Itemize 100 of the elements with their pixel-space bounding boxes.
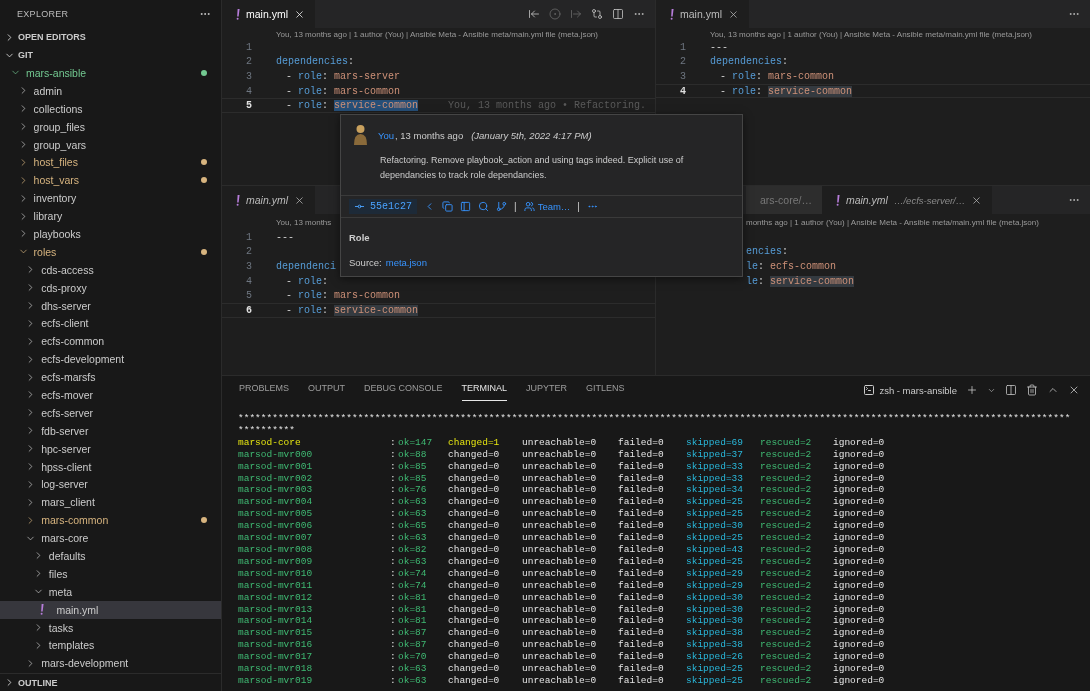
skipped-count: skipped=25 xyxy=(686,555,744,568)
skipped-count: skipped=37 xyxy=(686,448,744,461)
unreachable-count: unreachable=0 xyxy=(522,520,598,533)
host-name: marsod-mvr010 xyxy=(238,567,314,580)
tree-item[interactable]: group_vars xyxy=(0,135,221,154)
codelens[interactable]: You, 13 months ago | 1 author (You) | Ansible Meta - Ansible meta/main.yml file (meta.json) xyxy=(710,29,1032,39)
tree-item[interactable]: group_files xyxy=(0,117,221,136)
tree-item[interactable]: defaults xyxy=(0,547,221,565)
search-icon[interactable] xyxy=(478,201,489,212)
section-header[interactable]: OUTLINE xyxy=(0,673,221,691)
close-icon[interactable] xyxy=(971,194,983,206)
commit-hash[interactable]: 55e1c27 xyxy=(349,199,417,214)
changed-count: changed=0 xyxy=(448,639,501,652)
unreachable-count: unreachable=0 xyxy=(522,460,598,473)
line-number: 2 xyxy=(245,246,253,258)
changed-count: changed=0 xyxy=(448,448,501,461)
host-name: marsod-core xyxy=(238,436,302,449)
section-header[interactable]: GIT xyxy=(0,46,221,64)
rescued-count: rescued=2 xyxy=(760,579,813,592)
tree-item[interactable]: host_vars xyxy=(0,171,221,190)
tree-item[interactable]: mars-core xyxy=(0,529,221,548)
tree-item[interactable]: playbooks xyxy=(0,225,221,243)
trash-icon[interactable] xyxy=(1026,384,1038,396)
code-line: - role: service-common xyxy=(719,85,853,97)
split-terminal-icon[interactable] xyxy=(1005,384,1017,396)
tree-item[interactable]: hpc-server xyxy=(0,439,221,458)
tree-item[interactable]: tasks xyxy=(0,618,221,637)
tree-item[interactable]: files xyxy=(0,564,221,583)
tree-item[interactable]: ecfs-server xyxy=(0,403,221,422)
compare-icon[interactable] xyxy=(591,8,603,20)
tree-item[interactable]: log-server xyxy=(0,475,221,494)
source-link[interactable]: meta.json xyxy=(385,257,427,268)
ignored-count: ignored=0 xyxy=(833,448,886,461)
tree-item[interactable]: ecfs-marsfs xyxy=(0,368,221,387)
tree-item[interactable]: mars-development xyxy=(0,654,221,673)
close-icon[interactable] xyxy=(728,8,739,20)
host-name: marsod-mvr007 xyxy=(238,532,314,544)
editor-tab[interactable]: main.yml xyxy=(222,0,315,28)
rescued-count: rescued=2 xyxy=(760,555,813,568)
separator: | xyxy=(514,201,517,212)
ok-count: ok=63 xyxy=(398,663,428,675)
codelens[interactable]: months ago | 1 author (You) | Ansible Meta - Ansible meta/main.yml file (meta.json) xyxy=(746,217,1039,227)
failed-count: failed=0 xyxy=(618,508,665,521)
tree-item[interactable]: mars_client xyxy=(0,493,221,512)
panel-tab[interactable]: JUPYTER xyxy=(526,376,568,401)
arrow-left-icon[interactable] xyxy=(528,8,540,20)
close-icon[interactable] xyxy=(1068,384,1080,396)
terminal-selector[interactable]: zsh - mars-ansible xyxy=(863,384,957,396)
changed-count: changed=0 xyxy=(448,579,501,592)
panel-tab[interactable]: TERMINAL xyxy=(461,376,508,401)
tree-item[interactable]: host_files xyxy=(0,153,221,172)
tree-item[interactable]: mars-ansible xyxy=(0,64,221,82)
tree-item[interactable]: cds-proxy xyxy=(0,278,221,297)
editor-tab[interactable]: main.yml xyxy=(656,0,749,28)
panel-tab[interactable]: GITLENS xyxy=(586,376,625,401)
tree-item[interactable]: mars-common xyxy=(0,511,221,530)
editor-tab[interactable]: main.yml xyxy=(222,186,315,214)
tree-item[interactable]: dhs-server xyxy=(0,296,221,315)
code-line: dependenci xyxy=(276,261,336,272)
code-line: le: ecfs-common xyxy=(746,261,837,272)
plus-icon[interactable] xyxy=(966,384,978,396)
tree-item[interactable]: library xyxy=(0,207,221,225)
close-icon[interactable] xyxy=(294,194,305,206)
panel-tab[interactable]: DEBUG CONSOLE xyxy=(364,376,443,401)
tree-item[interactable]: ecfs-development xyxy=(0,350,221,369)
close-icon[interactable] xyxy=(294,8,305,20)
branch-icon[interactable] xyxy=(496,201,507,212)
tree-item[interactable]: inventory xyxy=(0,189,221,208)
section-header[interactable]: OPEN EDITORS xyxy=(0,28,221,46)
host-name: marsod-mvr016 xyxy=(238,639,314,652)
code-line: dependencies: xyxy=(276,56,355,68)
failed-count: failed=0 xyxy=(618,472,665,485)
codelens[interactable]: You, 13 months xyxy=(276,217,332,227)
tree-item[interactable]: fdb-server xyxy=(0,421,221,440)
colon: : xyxy=(390,603,397,616)
panel-icon[interactable] xyxy=(460,201,471,212)
colon: : xyxy=(390,508,397,521)
split-editor-icon[interactable] xyxy=(612,8,624,20)
team-link[interactable]: Team… xyxy=(523,201,571,212)
tree-item[interactable]: ecfs-mover xyxy=(0,386,221,404)
author-link[interactable]: You xyxy=(378,129,395,141)
skipped-count: skipped=30 xyxy=(686,591,744,604)
tree-item[interactable]: collections xyxy=(0,99,221,118)
skipped-count: skipped=34 xyxy=(686,484,744,497)
panel-tab[interactable]: PROBLEMS xyxy=(239,376,289,401)
codelens[interactable]: You, 13 months ago | 1 author (You) | Ansible Meta - Ansible meta/main.yml file (meta.json) xyxy=(276,29,598,39)
tree-item[interactable]: roles xyxy=(0,242,221,261)
tree-item[interactable]: meta xyxy=(0,582,221,601)
copy-icon[interactable] xyxy=(442,201,453,212)
editor-tab[interactable]: main.yml …/ecfs-server/… xyxy=(821,186,993,214)
tree-item[interactable]: ecfs-common xyxy=(0,332,221,351)
tree-item[interactable]: hpss-client xyxy=(0,457,221,476)
tree-item[interactable]: ecfs-client xyxy=(0,314,221,333)
tree-item[interactable]: cds-access xyxy=(0,260,221,279)
panel-tab[interactable]: OUTPUT xyxy=(308,376,345,401)
tree-item[interactable]: templates xyxy=(0,636,221,655)
colon: : xyxy=(390,567,397,580)
tree-item[interactable]: main.yml xyxy=(0,600,221,619)
skipped-count: skipped=38 xyxy=(686,639,744,652)
tree-item[interactable]: admin xyxy=(0,81,221,100)
